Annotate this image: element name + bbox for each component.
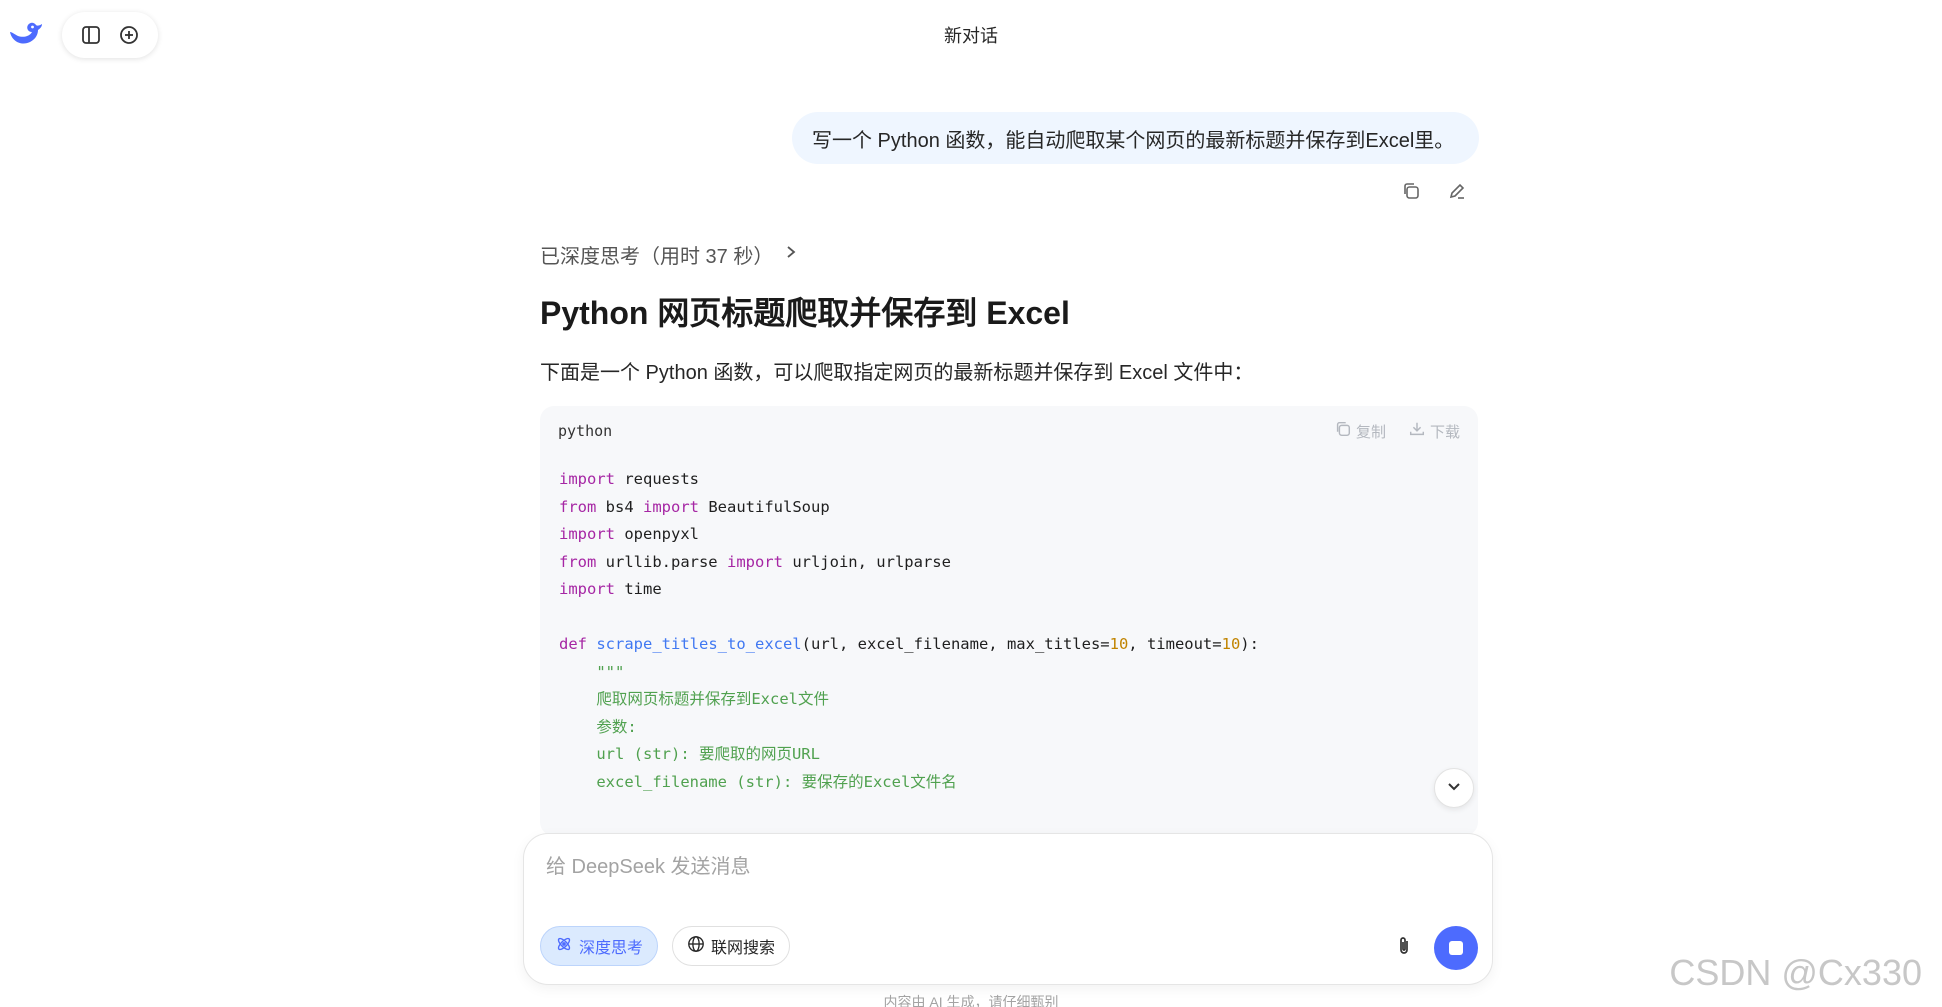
code-line: 爬取网页标题并保存到Excel文件 xyxy=(559,690,829,708)
edit-icon[interactable] xyxy=(1444,178,1470,204)
code-line: 参数: xyxy=(559,717,637,736)
atom-icon xyxy=(555,935,573,958)
code-block: python 复制 下载 import requests from bs4 im… xyxy=(540,406,1478,836)
web-search-toggle[interactable]: 联网搜索 xyxy=(672,926,791,966)
code-content: import requests from bs4 import Beautiful… xyxy=(540,456,1478,796)
copy-code-button[interactable]: 复制 xyxy=(1334,420,1386,442)
code-language-label: python xyxy=(558,422,613,440)
code-line: from urllib.parse import urljoin, urlpar… xyxy=(559,552,951,571)
code-line: import time xyxy=(559,580,662,598)
watermark: CSDN @Cx330 xyxy=(1669,952,1922,993)
code-line: url (str): 要爬取的网页URL xyxy=(559,745,820,763)
message-input[interactable] xyxy=(546,856,1446,879)
answer-heading: Python 网页标题爬取并保存到 Excel xyxy=(540,295,1070,331)
code-line: excel_filename (str): 要保存的Excel文件名 xyxy=(559,772,957,791)
deep-think-toggle[interactable]: 深度思考 xyxy=(540,926,659,966)
download-icon xyxy=(1408,420,1426,442)
copy-code-label: 复制 xyxy=(1355,423,1386,441)
code-line: """ xyxy=(559,662,625,681)
thinking-label: 已深度思考（用时 37 秒） xyxy=(540,246,774,268)
user-message-text: 写一个 Python 函数，能自动爬取某个网页的最新标题并保存到Excel里。 xyxy=(812,129,1455,152)
thinking-toggle[interactable]: 已深度思考（用时 37 秒） xyxy=(540,240,797,269)
copy-icon xyxy=(1334,420,1352,442)
stop-icon xyxy=(1449,941,1463,955)
code-line: from bs4 import BeautifulSoup xyxy=(559,497,830,516)
copy-icon[interactable] xyxy=(1398,178,1424,204)
ai-disclaimer: 内容由 AI 生成，请仔细甄别 xyxy=(883,994,1059,1007)
user-message-bubble: 写一个 Python 函数，能自动爬取某个网页的最新标题并保存到Excel里。 xyxy=(792,112,1479,164)
download-code-label: 下载 xyxy=(1429,423,1460,441)
conversation-title: 新对话 xyxy=(944,26,998,46)
answer-intro: 下面是一个 Python 函数，可以爬取指定网页的最新标题并保存到 Excel … xyxy=(540,362,1254,384)
web-search-label: 联网搜索 xyxy=(711,940,776,957)
code-block-header: python 复制 下载 xyxy=(540,406,1478,456)
message-composer: 深度思考 联网搜索 xyxy=(524,834,1492,984)
globe-icon xyxy=(687,935,705,958)
deep-think-label: 深度思考 xyxy=(579,940,644,957)
code-line: import requests xyxy=(559,470,699,488)
paperclip-icon[interactable] xyxy=(1388,930,1420,962)
download-code-button[interactable]: 下载 xyxy=(1408,420,1460,442)
code-line: import openpyxl xyxy=(559,525,699,543)
code-tools: 复制 下载 xyxy=(1334,420,1460,442)
chevron-down-icon xyxy=(1447,779,1461,797)
stop-generating-button[interactable] xyxy=(1434,926,1478,970)
scroll-to-bottom-button[interactable] xyxy=(1434,768,1474,808)
chat-page: 新对话 写一个 Python 函数，能自动爬取某个网页的最新标题并保存到Exce… xyxy=(0,0,1942,1007)
code-line: def scrape_titles_to_excel(url, excel_fi… xyxy=(559,635,1259,653)
user-message-actions xyxy=(1398,178,1470,204)
chevron-right-icon xyxy=(785,243,797,266)
